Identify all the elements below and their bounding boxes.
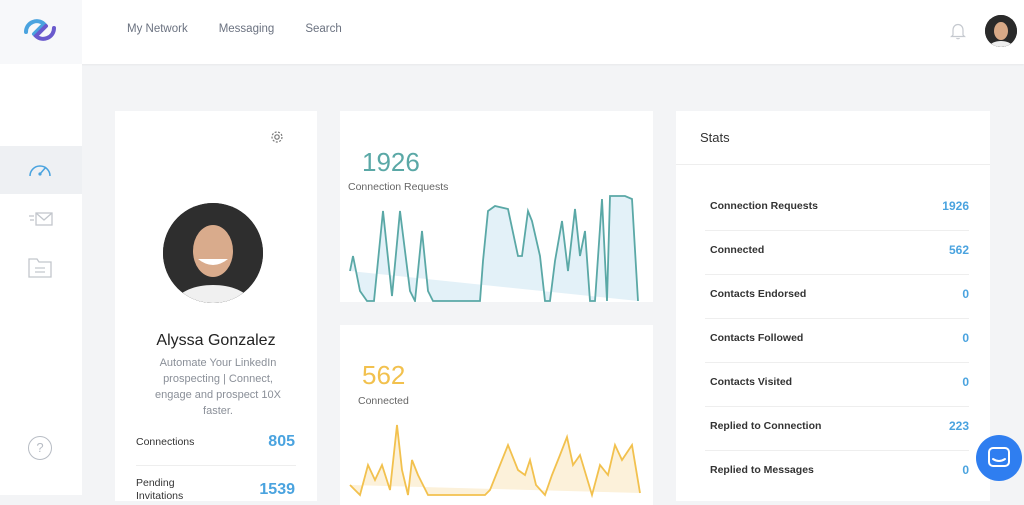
stats-row-label: Contacts Endorsed bbox=[710, 288, 807, 300]
stats-row-value: 223 bbox=[948, 419, 969, 433]
stats-row: Replied to Connection 223 bbox=[705, 406, 969, 451]
stats-row: Connection Requests 1926 bbox=[705, 186, 969, 231]
help-icon[interactable]: ? bbox=[28, 436, 52, 460]
logo-icon bbox=[24, 19, 56, 41]
speedometer-icon bbox=[29, 165, 51, 177]
stats-row-label: Replied to Connection bbox=[710, 420, 822, 432]
stats-row-label: Replied to Messages bbox=[710, 464, 814, 476]
stats-row-value: 0 bbox=[962, 287, 969, 301]
connected-sparkline bbox=[349, 424, 641, 499]
user-avatar[interactable] bbox=[985, 15, 1017, 47]
profile-description: Automate Your LinkedIn prospecting | Con… bbox=[155, 357, 281, 417]
connections-label: Connections bbox=[136, 436, 195, 448]
stats-row-value: 0 bbox=[962, 375, 969, 389]
profile-card: Alyssa Gonzalez Automate Your LinkedIn p… bbox=[115, 111, 317, 502]
pending-invitations-value: 1539 bbox=[259, 481, 295, 498]
stats-row-label: Connected bbox=[710, 244, 765, 256]
stats-title: Stats bbox=[700, 130, 730, 145]
stats-row: Replied to Messages 0 bbox=[705, 450, 969, 494]
stats-row-value: 0 bbox=[962, 463, 969, 477]
nav-my-network[interactable]: My Network bbox=[127, 23, 188, 35]
stats-row-value: 562 bbox=[948, 243, 969, 257]
stats-row: Contacts Visited 0 bbox=[705, 362, 969, 407]
stats-header-divider bbox=[676, 164, 990, 165]
stats-row: Connected 562 bbox=[705, 230, 969, 275]
gear-icon[interactable] bbox=[270, 130, 284, 144]
connection-requests-chart-card: 1926 Connection Requests bbox=[340, 111, 653, 302]
stats-row: Contacts Followed 0 bbox=[705, 318, 969, 363]
pending-invitations-label: Pending Invitations bbox=[136, 477, 184, 502]
sidebar-item-dashboard[interactable] bbox=[0, 146, 82, 194]
profile-name: Alyssa Gonzalez bbox=[156, 332, 276, 349]
connected-chart-card: 562 Connected bbox=[340, 325, 653, 505]
mail-icon[interactable] bbox=[28, 210, 54, 228]
chat-button[interactable] bbox=[976, 435, 1022, 481]
logo[interactable] bbox=[0, 0, 82, 64]
nav-messaging[interactable]: Messaging bbox=[219, 23, 275, 35]
connections-value: 805 bbox=[268, 433, 295, 450]
stats-row-label: Contacts Followed bbox=[710, 332, 804, 344]
chat-icon bbox=[988, 447, 1010, 467]
divider bbox=[136, 465, 296, 466]
top-bar: My Network Messaging Search bbox=[0, 0, 1024, 64]
stats-row-value: 0 bbox=[962, 331, 969, 345]
profile-photo bbox=[163, 203, 263, 303]
nav-search[interactable]: Search bbox=[305, 23, 341, 35]
folder-icon[interactable] bbox=[28, 256, 52, 278]
sidebar: ? bbox=[0, 64, 82, 495]
stats-card: Stats Connection Requests 1926 Connected… bbox=[676, 111, 990, 501]
bell-icon[interactable] bbox=[950, 22, 966, 40]
stats-row-value: 1926 bbox=[942, 199, 969, 213]
top-nav: My Network Messaging Search bbox=[127, 23, 342, 35]
stats-row-label: Connection Requests bbox=[710, 200, 818, 212]
stats-row: Contacts Endorsed 0 bbox=[705, 274, 969, 319]
stats-row-label: Contacts Visited bbox=[710, 376, 793, 388]
connection-requests-sparkline bbox=[349, 195, 639, 302]
